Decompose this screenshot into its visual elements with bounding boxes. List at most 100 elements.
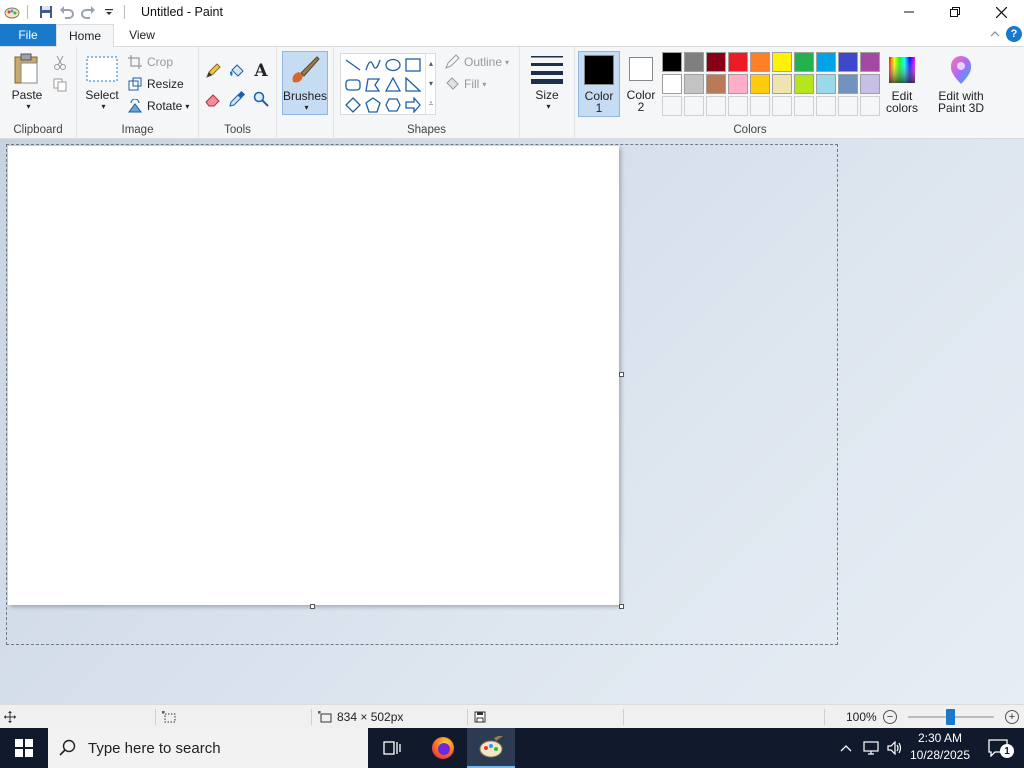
canvas-workspace[interactable] — [0, 139, 1024, 704]
color-swatch[interactable] — [706, 74, 726, 94]
color-swatch[interactable] — [794, 74, 814, 94]
select-button[interactable]: Select ▾ — [82, 53, 122, 113]
zoom-out-icon[interactable]: − — [883, 710, 897, 724]
restore-button[interactable] — [932, 0, 978, 24]
tab-file[interactable]: File — [0, 24, 56, 46]
minimize-button[interactable] — [886, 0, 932, 24]
color-swatch[interactable] — [662, 74, 682, 94]
custom-color-slot[interactable] — [860, 96, 880, 116]
shapes-scroll[interactable]: ▴ ▾ ⩡ — [425, 54, 436, 114]
triangle-shape-icon[interactable] — [383, 75, 403, 95]
rotate-dropdown-icon[interactable]: ▾ — [185, 102, 189, 111]
select-dropdown-icon[interactable]: ▾ — [101, 101, 105, 113]
redo-icon[interactable] — [79, 3, 97, 21]
zoom-slider-thumb[interactable] — [946, 709, 955, 725]
custom-color-slot[interactable] — [750, 96, 770, 116]
color-swatch[interactable] — [772, 74, 792, 94]
right-triangle-shape-icon[interactable] — [403, 75, 423, 95]
oval-shape-icon[interactable] — [383, 55, 403, 75]
volume-icon[interactable] — [884, 728, 906, 768]
paint-app-icon[interactable] — [3, 3, 21, 21]
color-picker-icon[interactable] — [227, 89, 247, 109]
start-button[interactable] — [0, 728, 48, 768]
color1-button[interactable]: Color 1 — [578, 51, 620, 117]
cut-icon[interactable] — [50, 53, 70, 73]
close-button[interactable] — [978, 0, 1024, 24]
color-swatch[interactable] — [728, 52, 748, 72]
undo-icon[interactable] — [58, 3, 76, 21]
hexagon-shape-icon[interactable] — [383, 95, 403, 115]
outline-button[interactable]: Outline ▾ — [444, 52, 509, 72]
color-swatch[interactable] — [816, 74, 836, 94]
fill-bucket-icon[interactable] — [227, 61, 247, 81]
size-dropdown-icon[interactable]: ▾ — [546, 101, 550, 113]
line-shape-icon[interactable] — [343, 55, 363, 75]
paste-button[interactable]: Paste ▾ — [8, 53, 46, 113]
color-swatch[interactable] — [838, 74, 858, 94]
brushes-button[interactable]: Brushes ▾ — [282, 51, 328, 115]
color-swatch[interactable] — [750, 74, 770, 94]
taskbar-clock[interactable]: 2:30 AM 10/28/2025 — [906, 730, 974, 766]
custom-color-slot[interactable] — [816, 96, 836, 116]
shapes-expand-icon[interactable]: ⩡ — [426, 94, 436, 114]
task-view-button[interactable] — [368, 728, 416, 768]
tab-view[interactable]: View — [114, 24, 170, 46]
curve-shape-icon[interactable] — [363, 55, 383, 75]
color-swatch[interactable] — [860, 52, 880, 72]
polygon-shape-icon[interactable] — [363, 75, 383, 95]
custom-color-slot[interactable] — [838, 96, 858, 116]
magnifier-icon[interactable] — [251, 89, 271, 109]
taskbar-search[interactable]: Type here to search — [48, 728, 368, 768]
size-button[interactable]: Size ▾ — [527, 53, 567, 113]
color-swatch[interactable] — [706, 52, 726, 72]
help-icon[interactable]: ? — [1006, 26, 1022, 42]
paint-taskbar-button[interactable] — [467, 728, 515, 768]
custom-color-slot[interactable] — [794, 96, 814, 116]
arrow-shape-icon[interactable] — [403, 95, 423, 115]
color2-button[interactable]: Color 2 — [622, 54, 660, 113]
custom-color-slot[interactable] — [684, 96, 704, 116]
custom-color-slot[interactable] — [662, 96, 682, 116]
crop-button[interactable]: Crop — [127, 52, 173, 72]
custom-color-slot[interactable] — [728, 96, 748, 116]
color-swatch[interactable] — [684, 52, 704, 72]
resize-handle-corner[interactable] — [619, 604, 624, 609]
color-swatch[interactable] — [750, 52, 770, 72]
customize-icon[interactable] — [100, 3, 118, 21]
shapes-scroll-down-icon[interactable]: ▾ — [426, 74, 436, 94]
drawing-canvas[interactable] — [8, 146, 619, 605]
rounded-rectangle-shape-icon[interactable] — [343, 75, 363, 95]
pentagon-shape-icon[interactable] — [363, 95, 383, 115]
color-swatch[interactable] — [794, 52, 814, 72]
text-icon[interactable]: A — [251, 61, 271, 81]
shapes-scroll-up-icon[interactable]: ▴ — [426, 54, 436, 74]
color-swatch[interactable] — [838, 52, 858, 72]
fill-button[interactable]: Fill ▾ — [444, 74, 486, 94]
pencil-icon[interactable] — [203, 61, 223, 81]
network-icon[interactable] — [860, 728, 882, 768]
color-swatch[interactable] — [816, 52, 836, 72]
tab-home[interactable]: Home — [56, 24, 114, 47]
diamond-shape-icon[interactable] — [343, 95, 363, 115]
copy-icon[interactable] — [50, 75, 70, 95]
resize-handle-bottom[interactable] — [310, 604, 315, 609]
zoom-in-icon[interactable]: + — [1005, 710, 1019, 724]
resize-handle-right[interactable] — [619, 372, 624, 377]
custom-color-slot[interactable] — [772, 96, 792, 116]
save-icon[interactable] — [37, 3, 55, 21]
rotate-button[interactable]: Rotate ▾ — [127, 96, 189, 116]
collapse-ribbon-icon[interactable] — [990, 27, 1000, 41]
edit-colors-button[interactable]: Edit colors — [880, 54, 924, 114]
brushes-dropdown-icon[interactable]: ▾ — [304, 102, 308, 114]
color-swatch[interactable] — [684, 74, 704, 94]
custom-color-slot[interactable] — [706, 96, 726, 116]
color-swatch[interactable] — [772, 52, 792, 72]
color-swatch[interactable] — [728, 74, 748, 94]
show-hidden-icons[interactable] — [836, 728, 856, 768]
color-swatch[interactable] — [860, 74, 880, 94]
eraser-icon[interactable] — [203, 89, 223, 109]
color-swatch[interactable] — [662, 52, 682, 72]
notifications-button[interactable]: 1 — [978, 728, 1018, 768]
paste-dropdown-icon[interactable]: ▾ — [26, 101, 30, 113]
rectangle-shape-icon[interactable] — [403, 55, 423, 75]
